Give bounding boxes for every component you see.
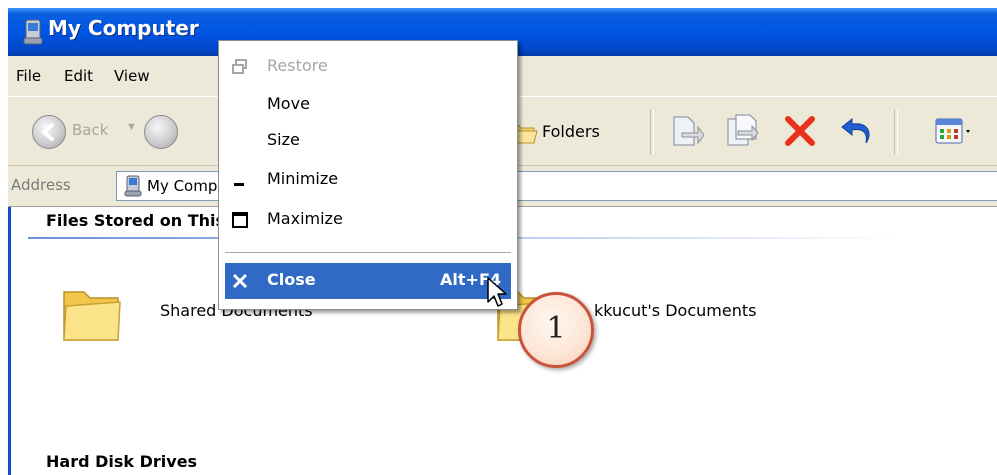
window-border bbox=[8, 207, 11, 475]
toolbar-separator bbox=[894, 109, 898, 155]
menu-file[interactable]: File bbox=[16, 67, 41, 85]
menu-item-minimize[interactable]: Minimize bbox=[219, 162, 517, 198]
maximize-icon bbox=[232, 212, 248, 228]
mouse-cursor-icon bbox=[487, 277, 507, 307]
user-documents-label[interactable]: kkucut's Documents bbox=[594, 301, 756, 320]
menu-item-maximize[interactable]: Maximize bbox=[219, 202, 517, 238]
menu-item-close[interactable]: Close Alt+F4 bbox=[225, 263, 511, 299]
my-computer-icon bbox=[124, 175, 142, 197]
window-title: My Computer bbox=[48, 16, 199, 40]
address-label: Address bbox=[11, 176, 71, 194]
forward-arrow-icon[interactable] bbox=[144, 115, 178, 149]
toolbar-separator bbox=[650, 109, 654, 155]
menu-item-size[interactable]: Size bbox=[219, 123, 517, 159]
restore-icon bbox=[232, 59, 247, 74]
explorer-window: My Computer File Edit View Back ▼ Folder… bbox=[8, 8, 997, 475]
minimize-icon bbox=[234, 183, 244, 186]
menu-item-restore: Restore bbox=[219, 49, 517, 85]
step-callout-badge: 1 bbox=[518, 292, 594, 368]
menu-item-label: Move bbox=[267, 94, 310, 113]
back-button[interactable]: Back bbox=[72, 121, 108, 139]
menu-edit[interactable]: Edit bbox=[64, 67, 93, 85]
menu-item-move[interactable]: Move bbox=[219, 87, 517, 123]
delete-icon[interactable] bbox=[782, 113, 818, 149]
back-dropdown-icon[interactable]: ▼ bbox=[126, 121, 137, 133]
close-icon bbox=[232, 273, 248, 289]
menu-view[interactable]: View bbox=[114, 67, 150, 85]
my-computer-icon[interactable] bbox=[22, 18, 44, 46]
undo-icon[interactable] bbox=[838, 113, 876, 149]
system-menu: Restore Move Size Minimize Maximize Clos… bbox=[218, 40, 518, 310]
menu-item-label: Maximize bbox=[267, 209, 343, 228]
views-icon[interactable] bbox=[932, 113, 972, 149]
menu-item-label: Restore bbox=[267, 56, 328, 75]
group-header: Hard Disk Drives bbox=[46, 452, 198, 471]
menu-item-label: Close bbox=[267, 270, 316, 289]
back-arrow-icon[interactable] bbox=[32, 115, 66, 149]
folder-icon[interactable] bbox=[60, 282, 124, 346]
menu-item-label: Size bbox=[267, 130, 300, 149]
folders-button[interactable]: Folders bbox=[542, 122, 600, 141]
step-number: 1 bbox=[546, 311, 566, 346]
menu-item-label: Minimize bbox=[267, 169, 339, 188]
move-to-icon[interactable] bbox=[668, 113, 704, 149]
copy-to-icon[interactable] bbox=[724, 113, 760, 149]
menu-separator bbox=[225, 252, 511, 254]
